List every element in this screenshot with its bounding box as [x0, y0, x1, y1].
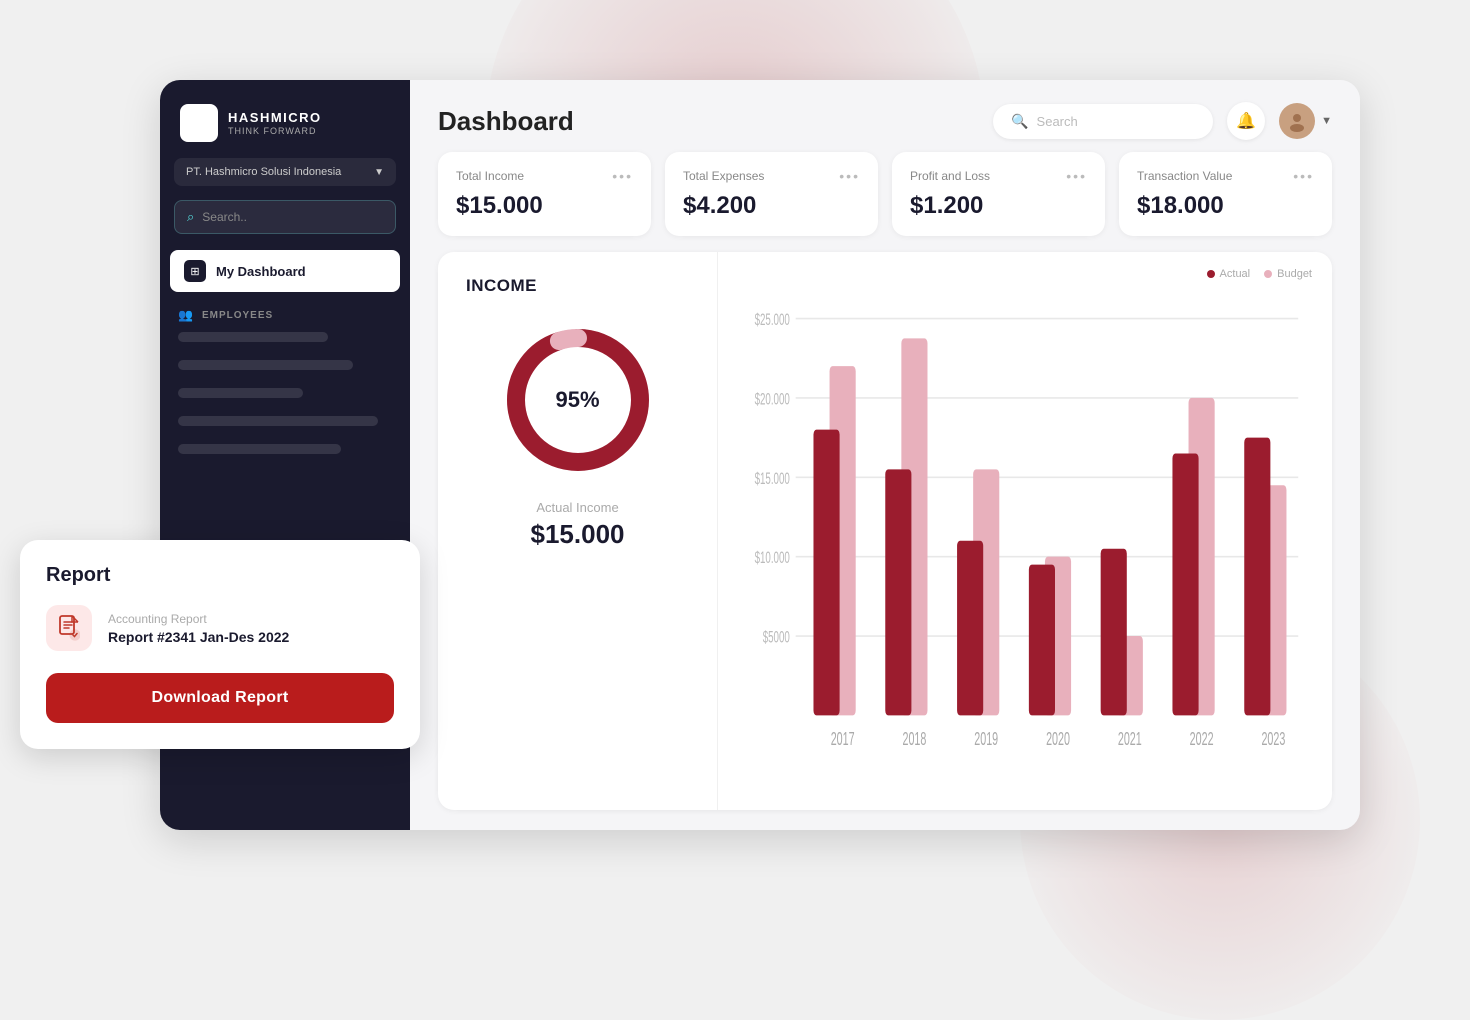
- income-section: INCOME 95% Actual Income $15.0: [438, 252, 1332, 810]
- svg-text:2017: 2017: [831, 729, 855, 750]
- stat-label-3: Transaction Value: [1137, 169, 1232, 183]
- report-icon: [46, 605, 92, 651]
- donut-center: 95%: [555, 387, 599, 413]
- stat-card-profit-and-loss: Profit and Loss ••• $1.200: [892, 152, 1105, 236]
- nav-skeleton-2: [178, 360, 353, 370]
- legend-actual: Actual: [1207, 268, 1251, 280]
- legend-budget: Budget: [1264, 268, 1312, 280]
- svg-text:$15.000: $15.000: [755, 469, 791, 487]
- company-dropdown-icon: ▼: [374, 167, 384, 178]
- header-right: 🔍 Search 🔔 ▼: [993, 102, 1332, 140]
- actual-income-label: Actual Income: [536, 500, 618, 515]
- sidebar-search-icon: ⌕: [187, 209, 194, 225]
- stat-value-2: $1.200: [910, 192, 1087, 220]
- report-type: Accounting Report: [108, 612, 289, 626]
- income-left: INCOME 95% Actual Income $15.0: [438, 252, 718, 810]
- stat-label-1: Total Expenses: [683, 169, 764, 183]
- legend-actual-label: Actual: [1220, 268, 1251, 280]
- income-title: INCOME: [466, 276, 537, 296]
- notification-button[interactable]: 🔔: [1227, 102, 1265, 140]
- stat-label-0: Total Income: [456, 169, 524, 183]
- avatar-dropdown-icon: ▼: [1321, 115, 1332, 127]
- svg-text:2021: 2021: [1118, 729, 1142, 750]
- nav-item-dashboard-label: My Dashboard: [216, 264, 306, 279]
- chart-legend: Actual Budget: [1207, 268, 1312, 280]
- bar-chart-svg: $25.000 $20.000 $15.000 $10.000 $5000 2017 201…: [742, 302, 1308, 765]
- stat-card-total-expenses: Total Expenses ••• $4.200: [665, 152, 878, 236]
- stat-value-3: $18.000: [1137, 192, 1314, 220]
- sidebar-search-input[interactable]: [202, 210, 383, 224]
- section-employees-label: EMPLOYEES: [202, 310, 273, 321]
- svg-text:$5000: $5000: [763, 628, 790, 646]
- page-title: Dashboard: [438, 106, 574, 137]
- search-placeholder-text: Search: [1037, 114, 1078, 129]
- stat-card-transaction-value: Transaction Value ••• $18.000: [1119, 152, 1332, 236]
- search-icon: 🔍: [1011, 113, 1028, 130]
- sidebar-search-container[interactable]: ⌕: [174, 200, 396, 234]
- svg-text:2020: 2020: [1046, 729, 1070, 750]
- stat-label-2: Profit and Loss: [910, 169, 990, 183]
- company-name: PT. Hashmicro Solusi Indonesia: [186, 166, 341, 178]
- report-name: Report #2341 Jan-Des 2022: [108, 629, 289, 645]
- actual-income-value: $15.000: [531, 519, 625, 550]
- nav-item-dashboard[interactable]: ⊞ My Dashboard: [170, 250, 400, 292]
- stat-card-total-income: Total Income ••• $15.000: [438, 152, 651, 236]
- svg-text:2018: 2018: [902, 729, 926, 750]
- svg-text:$10.000: $10.000: [755, 549, 791, 567]
- svg-text:2019: 2019: [974, 729, 998, 750]
- employees-section-icon: 👥: [178, 308, 194, 322]
- legend-budget-label: Budget: [1277, 268, 1312, 280]
- sidebar-logo: HASHMICRO THINK FORWARD: [160, 80, 410, 158]
- donut-chart: 95%: [498, 320, 658, 480]
- search-bar[interactable]: 🔍 Search: [993, 104, 1213, 139]
- income-chart-right: Actual Budget $25.000 $20.000 $15.000 $10.0…: [718, 252, 1332, 810]
- avatar-button[interactable]: ▼: [1279, 103, 1332, 139]
- report-card-title: Report: [46, 564, 394, 587]
- section-employees: 👥 EMPLOYEES: [160, 296, 410, 328]
- stat-menu-2[interactable]: •••: [1066, 168, 1087, 184]
- main-content: Dashboard 🔍 Search 🔔 ▼: [410, 80, 1360, 830]
- svg-text:$25.000: $25.000: [755, 311, 791, 329]
- legend-actual-dot: [1207, 270, 1215, 278]
- company-selector[interactable]: PT. Hashmicro Solusi Indonesia ▼: [174, 158, 396, 186]
- logo-sub: THINK FORWARD: [228, 126, 322, 136]
- report-card: Report Accounting Report Report #2341 Ja…: [20, 540, 420, 749]
- bar-chart-area: $25.000 $20.000 $15.000 $10.000 $5000 2017 201…: [742, 302, 1308, 765]
- report-item: Accounting Report Report #2341 Jan-Des 2…: [46, 605, 394, 651]
- stat-value-1: $4.200: [683, 192, 860, 220]
- avatar: [1279, 103, 1315, 139]
- svg-text:$20.000: $20.000: [755, 390, 791, 408]
- logo-text: HASHMICRO: [228, 110, 322, 126]
- stat-value-0: $15.000: [456, 192, 633, 220]
- dashboard-icon: ⊞: [184, 260, 206, 282]
- header: Dashboard 🔍 Search 🔔 ▼: [410, 80, 1360, 152]
- svg-text:2023: 2023: [1261, 729, 1285, 750]
- logo-icon: [180, 104, 218, 142]
- donut-percentage: 95%: [555, 387, 599, 413]
- download-report-button[interactable]: Download Report: [46, 673, 394, 723]
- nav-skeleton-5: [178, 444, 341, 454]
- svg-text:2022: 2022: [1190, 729, 1214, 750]
- legend-budget-dot: [1264, 270, 1272, 278]
- nav-skeleton-3: [178, 388, 303, 398]
- stat-menu-1[interactable]: •••: [839, 168, 860, 184]
- stat-menu-3[interactable]: •••: [1293, 168, 1314, 184]
- stat-menu-0[interactable]: •••: [612, 168, 633, 184]
- nav-skeleton-1: [178, 332, 328, 342]
- nav-skeleton-4: [178, 416, 378, 426]
- stats-row: Total Income ••• $15.000 Total Expenses …: [410, 152, 1360, 252]
